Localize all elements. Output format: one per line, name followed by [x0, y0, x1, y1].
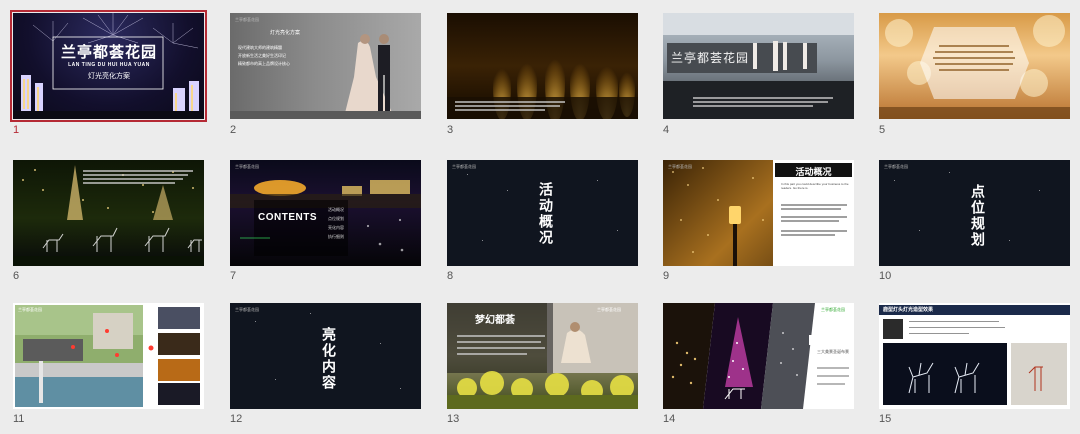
slide-9-caption: In this part you could describe your bus… — [781, 182, 849, 190]
slide-number-8: 8 — [447, 270, 454, 282]
slide-number-6: 6 — [13, 270, 20, 282]
slide-number-14: 14 — [663, 413, 676, 425]
slide-thumbnail-1[interactable]: 兰亭都荟花园 LAN TING DU HUI HUA YUAN 灯光亮化方案 — [10, 10, 207, 122]
slide-number-4: 4 — [663, 124, 670, 136]
slide-number-10: 10 — [879, 270, 892, 282]
slide-4-sign: 兰亭都荟花园 — [671, 51, 750, 65]
slide-number-13: 13 — [447, 413, 460, 425]
slide-number-1: 1 — [13, 124, 20, 136]
garden-sign-image — [663, 13, 854, 119]
slide-1-caption: 灯光亮化方案 — [88, 73, 130, 80]
slide-thumbnail-10[interactable]: 兰亭都荟花园 点位规划 — [879, 160, 1070, 266]
slide-number-9: 9 — [663, 270, 670, 282]
slide-7-item-3: 亮化内容 — [328, 225, 344, 230]
slide-1-subtitle: LAN TING DU HUI HUA YUAN — [68, 62, 150, 68]
slide-13-heading: 梦幻都荟 — [475, 315, 515, 326]
slide-8-section-title: 活动概况 — [538, 182, 554, 246]
slide-thumbnail-3[interactable] — [447, 13, 638, 119]
wedding-couple-image — [230, 34, 421, 119]
slide-thumbnail-14[interactable]: 兰亭都荟花园 三大美景圣诞布景 — [663, 303, 854, 409]
slide-7-item-1: 活动概况 — [328, 207, 344, 212]
slide-11-tag: 兰亭都荟花园 — [18, 307, 42, 312]
slide-9-heading: 活动概况 — [795, 167, 832, 177]
slide-15-heading: 鹿型灯头灯光造型效果 — [883, 307, 934, 313]
slide-10-section-title: 点位规划 — [970, 184, 986, 248]
site-plan-image — [15, 305, 200, 407]
slide-1-title: 兰亭都荟花园 — [60, 44, 157, 61]
slide-7-heading: CONTENTS — [258, 212, 317, 223]
slide-number-15: 15 — [879, 413, 892, 425]
fountain-lights-image — [447, 43, 638, 119]
warm-tree-lights-image — [879, 15, 1070, 119]
slide-thumbnail-2[interactable]: 兰亭都荟花园 灯光亮化方案 现代建筑大师的建筑精髓 开放新生活之美好生活印记 精… — [230, 13, 421, 119]
slide-thumbnail-9[interactable]: 兰亭都荟花园 活动概况 In this part you could descr… — [663, 160, 854, 266]
deer-light-sculpture-image — [879, 305, 1070, 405]
slide-thumbnail-6[interactable] — [13, 160, 204, 266]
christmas-scenes-image — [663, 303, 851, 409]
slide-10-tag: 兰亭都荟花园 — [884, 164, 908, 169]
slide-13-tag: 兰亭都荟花园 — [597, 307, 621, 312]
slide-number-7: 7 — [230, 270, 237, 282]
slide-number-2: 2 — [230, 124, 237, 136]
slide-9-tag: 兰亭都荟花园 — [668, 164, 692, 169]
slide-thumbnail-12[interactable]: 兰亭都荟花园 亮化内容 — [230, 303, 421, 409]
slide-thumbnail-4[interactable]: 兰亭都荟花园 — [663, 13, 854, 119]
slide-7-tag: 兰亭都荟花园 — [235, 164, 259, 169]
slide-thumbnail-15[interactable]: 鹿型灯头灯光造型效果 — [879, 303, 1070, 409]
slide-number-3: 3 — [447, 124, 454, 136]
slide-number-5: 5 — [879, 124, 886, 136]
slide-12-section-title: 亮化内容 — [321, 327, 337, 391]
slide-8-tag: 兰亭都荟花园 — [452, 164, 476, 169]
slide-thumbnail-11[interactable]: 兰亭都荟花园 — [13, 303, 204, 409]
slide-7-item-4: 执行细则 — [328, 234, 344, 239]
slide-12-tag: 兰亭都荟花园 — [235, 307, 259, 312]
slide-14-caption: 三大美景圣诞布景 — [817, 349, 849, 354]
slide-thumbnail-8[interactable]: 兰亭都荟花园 活动概况 — [447, 160, 638, 266]
slide-thumbnail-13[interactable]: 梦幻都荟 兰亭都荟花园 — [447, 303, 638, 409]
slide-number-12: 12 — [230, 413, 243, 425]
slide-number-11: 11 — [13, 413, 25, 425]
slide-thumbnail-7[interactable]: 兰亭都荟花园 CONTENTS 活动概况 点位规划 亮化内容 执行细则 — [230, 160, 421, 266]
slide-7-item-2: 点位规划 — [328, 216, 344, 221]
slide-thumbnail-5[interactable] — [879, 13, 1070, 119]
slide-14-tag: 兰亭都荟花园 — [821, 307, 845, 312]
